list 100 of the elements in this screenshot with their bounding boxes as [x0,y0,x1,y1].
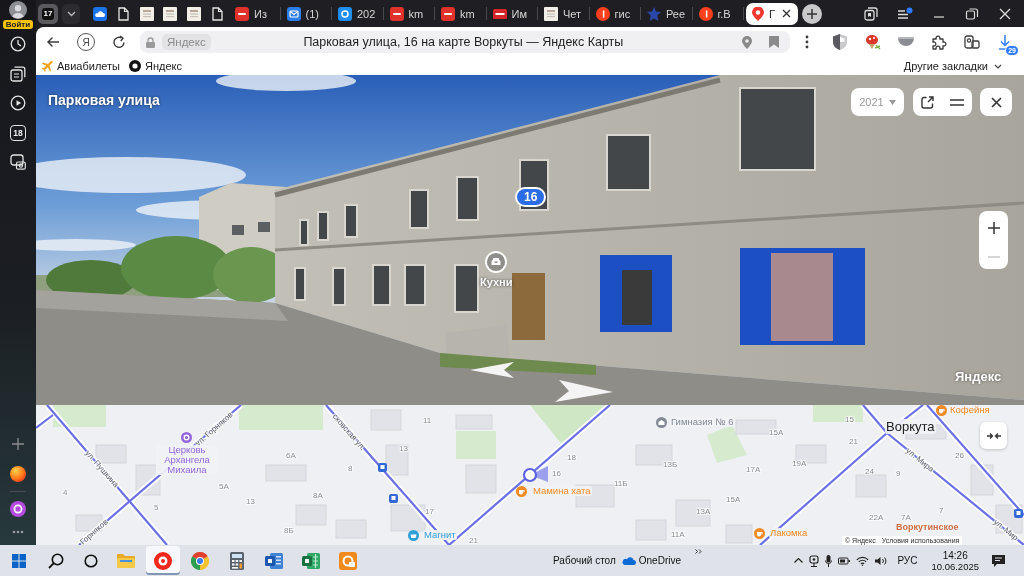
window [299,219,309,246]
external-link-icon[interactable] [921,95,934,109]
ring-icon[interactable] [10,501,26,517]
play-icon[interactable] [10,95,26,111]
menu-icon[interactable] [897,6,913,21]
app-tile-icon [338,6,352,21]
notification-icon[interactable] [991,553,1006,568]
menu-icon[interactable] [950,98,964,106]
more-icon[interactable] [805,35,809,49]
window [294,267,306,301]
bus-stop-icon[interactable] [378,463,387,472]
house-number: 15А [769,428,784,437]
cafe-marker-icon[interactable] [754,528,765,539]
navigation-arrow-icon[interactable] [470,362,514,378]
house-number: 22А [869,513,884,522]
bookmark-item[interactable]: Яндекс [129,58,182,74]
restore-icon[interactable] [965,6,979,21]
cafe-marker-icon[interactable] [516,486,527,497]
download-icon[interactable] [998,34,1012,50]
circle-icon[interactable] [83,553,98,568]
house-number: 15А [726,495,741,504]
page-title: Парковая улица, 16 на карте Воркуты — Яндекс Карты [302,35,625,49]
shield-icon[interactable] [833,34,847,50]
history-icon[interactable] [10,36,26,52]
house-number: 13 [246,497,255,506]
close-icon[interactable] [782,9,791,18]
more-icon[interactable] [12,530,24,534]
bus-stop-icon[interactable] [389,494,398,503]
bus-stop-icon[interactable] [1014,509,1023,518]
language-indicator[interactable]: РУС [897,555,918,566]
camera-icon[interactable] [10,154,26,170]
door [512,273,545,340]
desktop-label[interactable]: Рабочий стол [553,555,616,566]
plus-icon[interactable] [11,437,25,451]
clock-date[interactable]: 10.06.2025 [931,560,979,572]
house-number: 4 [63,488,68,497]
place-label: Кухни [480,276,513,288]
tab-count-button[interactable]: 17 [38,3,58,24]
new-tab-icon[interactable] [802,3,822,24]
house-number: 21 [469,536,478,545]
house-number: 17А [746,465,761,474]
other-bookmarks-button[interactable]: Другие закладки [903,58,1002,74]
wifi-icon[interactable] [856,555,870,566]
place-marker-icon[interactable] [485,251,507,273]
thumbnail-icon [544,6,558,21]
house-number: 21 [849,437,858,446]
window [332,267,346,306]
window [317,211,329,241]
location-pin-icon[interactable] [742,35,752,49]
bowl-icon[interactable] [898,37,914,47]
double-chevron-icon[interactable] [695,549,703,554]
windows-logo-icon[interactable] [11,553,26,568]
chevron-up-icon[interactable] [794,558,804,563]
caret-down-icon [888,99,896,105]
calculator-icon [229,551,244,570]
onedrive-label[interactable]: OneDrive [638,555,682,566]
tab[interactable]: Г [746,2,798,25]
house-number: 8Б [284,526,294,535]
close-button[interactable] [980,88,1012,116]
church-marker-icon[interactable] [181,432,192,443]
login-button[interactable]: Войти [2,20,34,29]
cloud-icon[interactable] [621,556,636,565]
window [456,176,479,221]
bookmark-icon[interactable] [769,36,779,48]
clock-time[interactable]: 14:26 [942,549,968,561]
collections-icon[interactable] [864,6,878,21]
tab-list-button[interactable] [62,3,80,24]
navigation-arrow-icon[interactable] [555,380,613,402]
collections-icon[interactable] [10,65,26,82]
pdf-icon [441,6,455,21]
house-number: 7А [901,513,911,522]
collapse-button[interactable] [980,422,1007,449]
thumbnail-icon [139,6,154,21]
avatar-icon[interactable] [9,1,27,19]
volume-icon[interactable] [875,555,888,566]
profile-card-icon[interactable] [964,34,980,50]
back-icon[interactable] [46,36,60,48]
puzzle-icon[interactable] [931,34,947,50]
app-circle-icon[interactable] [10,466,26,482]
house-number: 16 [552,469,561,478]
numbered-tile-button[interactable]: 18 [10,124,26,141]
mic-icon[interactable] [825,554,833,567]
battery-icon[interactable] [838,555,851,566]
bookmark-item[interactable]: Авиабилеты [41,58,120,74]
school-marker-icon[interactable] [656,417,667,428]
mail-icon [286,6,301,21]
search-icon[interactable] [47,552,64,569]
chevron-down-icon[interactable] [66,10,76,17]
mascot-icon[interactable] [865,34,881,50]
reload-icon[interactable] [112,35,126,49]
taskbar-app-button[interactable] [145,546,180,575]
zoom-in-icon[interactable] [987,222,1000,234]
house-number: 5А [219,482,229,491]
house-number: 7 [939,506,944,515]
cafe-marker-icon[interactable] [936,405,947,416]
address-field[interactable]: Яндекс Парковая улица, 16 на карте Воркуты — Яндекс Карты [140,31,790,53]
webcam-icon[interactable] [809,554,820,567]
house-number: 15 [845,415,854,424]
basket-marker-icon[interactable] [408,530,419,541]
position-marker-icon[interactable] [522,463,549,485]
